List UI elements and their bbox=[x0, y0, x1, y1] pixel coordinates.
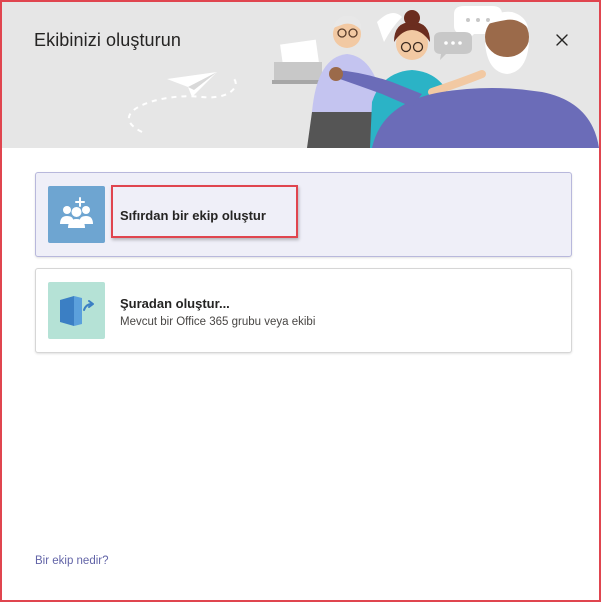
dialog-title: Ekibinizi oluşturun bbox=[34, 30, 181, 50]
close-icon bbox=[556, 34, 568, 46]
create-team-dialog: Ekibinizi oluşturun Sıfırdan bir ekip ol… bbox=[0, 0, 601, 602]
what-is-a-team-link[interactable]: Bir ekip nedir? bbox=[35, 555, 109, 567]
people-collaborating-illustration bbox=[127, 6, 599, 148]
option-subtitle: Mevcut bir Office 365 grubu veya ekibi bbox=[120, 316, 316, 328]
option-title: Şuradan oluştur... bbox=[120, 296, 230, 311]
team-add-icon bbox=[48, 186, 105, 243]
office-group-icon bbox=[48, 282, 105, 339]
create-from-existing-option[interactable]: Şuradan oluştur... Mevcut bir Office 365… bbox=[35, 268, 572, 353]
create-from-scratch-option[interactable]: Sıfırdan bir ekip oluştur bbox=[35, 172, 572, 257]
highlight-annotation bbox=[111, 185, 298, 238]
close-button[interactable] bbox=[552, 30, 572, 50]
dialog-header: Ekibinizi oluşturun bbox=[2, 2, 599, 148]
